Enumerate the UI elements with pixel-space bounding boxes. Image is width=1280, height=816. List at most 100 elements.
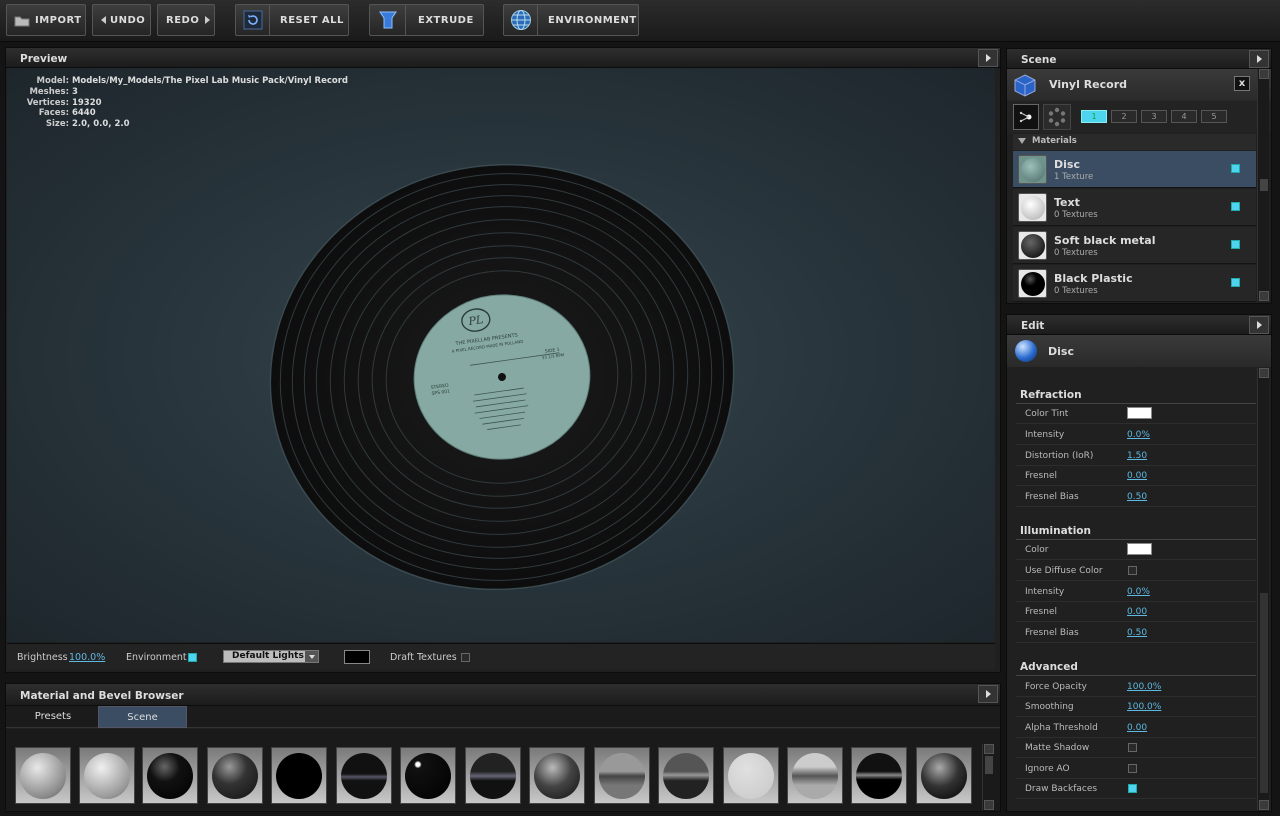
material-thumb[interactable]	[142, 747, 198, 804]
prop-value[interactable]: 0.0%	[1127, 430, 1150, 440]
edit-header: Edit	[1007, 315, 1271, 335]
prop-value[interactable]: 0.00	[1127, 607, 1147, 617]
view-slot-4[interactable]: 4	[1171, 110, 1197, 123]
material-thumb[interactable]	[658, 747, 714, 804]
environment-checkbox[interactable]	[188, 653, 197, 662]
prop-value[interactable]: 100.0%	[1127, 702, 1161, 712]
material-row-soft-black-metal[interactable]: Soft black metal 0 Textures	[1013, 227, 1256, 264]
material-thumb[interactable]	[594, 747, 650, 804]
extrude-button[interactable]: EXTRUDE	[369, 4, 484, 36]
scroll-thumb[interactable]	[1260, 179, 1268, 191]
draw-backfaces-checkbox[interactable]	[1128, 784, 1137, 793]
prop-value[interactable]: 0.50	[1127, 628, 1147, 638]
material-visible-checkbox[interactable]	[1231, 240, 1240, 249]
material-thumb[interactable]	[465, 747, 521, 804]
view-slot-1[interactable]: 1	[1081, 110, 1107, 123]
prop-illumination-fresnel[interactable]: Fresnel 0.00	[1016, 602, 1256, 622]
material-thumb[interactable]	[787, 747, 843, 804]
material-visible-checkbox[interactable]	[1231, 164, 1240, 173]
material-thumb[interactable]	[529, 747, 585, 804]
background-color-swatch[interactable]	[344, 650, 370, 664]
prop-value[interactable]: 1.50	[1127, 451, 1147, 461]
browser-scrollbar[interactable]	[982, 744, 994, 810]
tab-presets[interactable]: Presets	[8, 706, 98, 728]
preview-viewport[interactable]: Model: Models/My_Models/The Pixel Lab Mu…	[7, 68, 995, 642]
material-row-black-plastic[interactable]: Black Plastic 0 Textures	[1013, 265, 1256, 302]
material-thumb[interactable]	[723, 747, 779, 804]
material-thumb[interactable]	[851, 747, 907, 804]
prop-distortion[interactable]: Distortion (IoR) 1.50	[1016, 446, 1256, 466]
scroll-up-button[interactable]	[984, 744, 994, 754]
material-thumb[interactable]	[271, 747, 327, 804]
scroll-up-button[interactable]	[1259, 368, 1269, 378]
redo-button[interactable]: REDO	[157, 4, 215, 36]
brightness-value[interactable]: 100.0%	[69, 652, 105, 663]
close-object-button[interactable]: x	[1234, 76, 1250, 91]
prop-refraction-intensity[interactable]: Intensity 0.0%	[1016, 425, 1256, 445]
prop-value[interactable]: 0.0%	[1127, 587, 1150, 597]
material-visible-checkbox[interactable]	[1231, 202, 1240, 211]
expand-arrow-icon	[1256, 321, 1262, 329]
prop-value[interactable]: 0.00	[1127, 471, 1147, 481]
import-button[interactable]: IMPORT	[6, 4, 86, 36]
material-row-disc[interactable]: Disc 1 Texture	[1013, 151, 1256, 188]
scroll-thumb[interactable]	[985, 756, 993, 774]
scroll-down-button[interactable]	[984, 800, 994, 810]
prop-color-tint[interactable]: Color Tint	[1016, 404, 1256, 424]
environment-button[interactable]: ENVIRONMENT	[503, 4, 639, 36]
prop-illumination-color[interactable]: Color	[1016, 540, 1256, 560]
prop-force-opacity[interactable]: Force Opacity 100.0%	[1016, 677, 1256, 697]
tab-scene[interactable]: Scene	[98, 706, 187, 728]
prop-value[interactable]: 100.0%	[1127, 682, 1161, 692]
view-slot-5[interactable]: 5	[1201, 110, 1227, 123]
preview-expand-button[interactable]	[978, 49, 998, 67]
material-view-button[interactable]	[1043, 104, 1071, 130]
material-visible-checkbox[interactable]	[1231, 278, 1240, 287]
prop-alpha-threshold[interactable]: Alpha Threshold 0.00	[1016, 718, 1256, 738]
lights-select[interactable]: Default Lights	[223, 650, 319, 663]
advanced-section-title: Advanced	[1020, 661, 1078, 673]
prop-matte-shadow[interactable]: Matte Shadow	[1016, 738, 1256, 758]
scene-scrollbar[interactable]	[1257, 69, 1269, 301]
material-thumb[interactable]	[207, 747, 263, 804]
cube-icon	[1013, 73, 1037, 100]
prop-refraction-fresnel[interactable]: Fresnel 0.00	[1016, 466, 1256, 486]
illumination-color-swatch[interactable]	[1127, 543, 1152, 555]
prop-value[interactable]: 0.00	[1127, 723, 1147, 733]
scroll-down-button[interactable]	[1259, 800, 1269, 810]
prop-value[interactable]: 0.50	[1127, 492, 1147, 502]
scene-expand-button[interactable]	[1249, 50, 1269, 68]
prop-refraction-fresnel-bias[interactable]: Fresnel Bias 0.50	[1016, 487, 1256, 507]
scroll-up-button[interactable]	[1259, 69, 1269, 79]
draft-textures-checkbox[interactable]	[461, 653, 470, 662]
material-thumb[interactable]	[79, 747, 135, 804]
material-thumb[interactable]	[336, 747, 392, 804]
browser-expand-button[interactable]	[978, 685, 998, 703]
prop-use-diffuse-color[interactable]: Use Diffuse Color	[1016, 561, 1256, 581]
material-thumb[interactable]	[916, 747, 972, 804]
use-diffuse-checkbox[interactable]	[1128, 566, 1137, 575]
prop-illumination-intensity[interactable]: Intensity 0.0%	[1016, 582, 1256, 602]
prop-illumination-fresnel-bias[interactable]: Fresnel Bias 0.50	[1016, 623, 1256, 643]
reset-all-button[interactable]: RESET ALL	[235, 4, 349, 36]
view-slot-3[interactable]: 3	[1141, 110, 1167, 123]
view-slot-2[interactable]: 2	[1111, 110, 1137, 123]
scroll-down-button[interactable]	[1259, 291, 1269, 301]
scroll-thumb[interactable]	[1260, 593, 1268, 793]
ignore-ao-checkbox[interactable]	[1128, 764, 1137, 773]
materials-section-header[interactable]: Materials	[1013, 134, 1256, 150]
color-tint-swatch[interactable]	[1127, 407, 1152, 419]
prop-ignore-ao[interactable]: Ignore AO	[1016, 759, 1256, 779]
edit-expand-button[interactable]	[1249, 316, 1269, 334]
prop-smoothing[interactable]: Smoothing 100.0%	[1016, 697, 1256, 717]
environment-toggle-label: Environment	[126, 652, 187, 663]
prop-draw-backfaces[interactable]: Draw Backfaces	[1016, 779, 1256, 799]
section-divider	[1016, 675, 1256, 676]
mesh-view-button[interactable]	[1013, 104, 1039, 130]
material-thumb[interactable]	[15, 747, 71, 804]
undo-button[interactable]: UNDO	[92, 4, 151, 36]
matte-shadow-checkbox[interactable]	[1128, 743, 1137, 752]
edit-scrollbar[interactable]	[1257, 368, 1269, 810]
material-thumb[interactable]	[400, 747, 456, 804]
material-row-text[interactable]: Text 0 Textures	[1013, 189, 1256, 226]
